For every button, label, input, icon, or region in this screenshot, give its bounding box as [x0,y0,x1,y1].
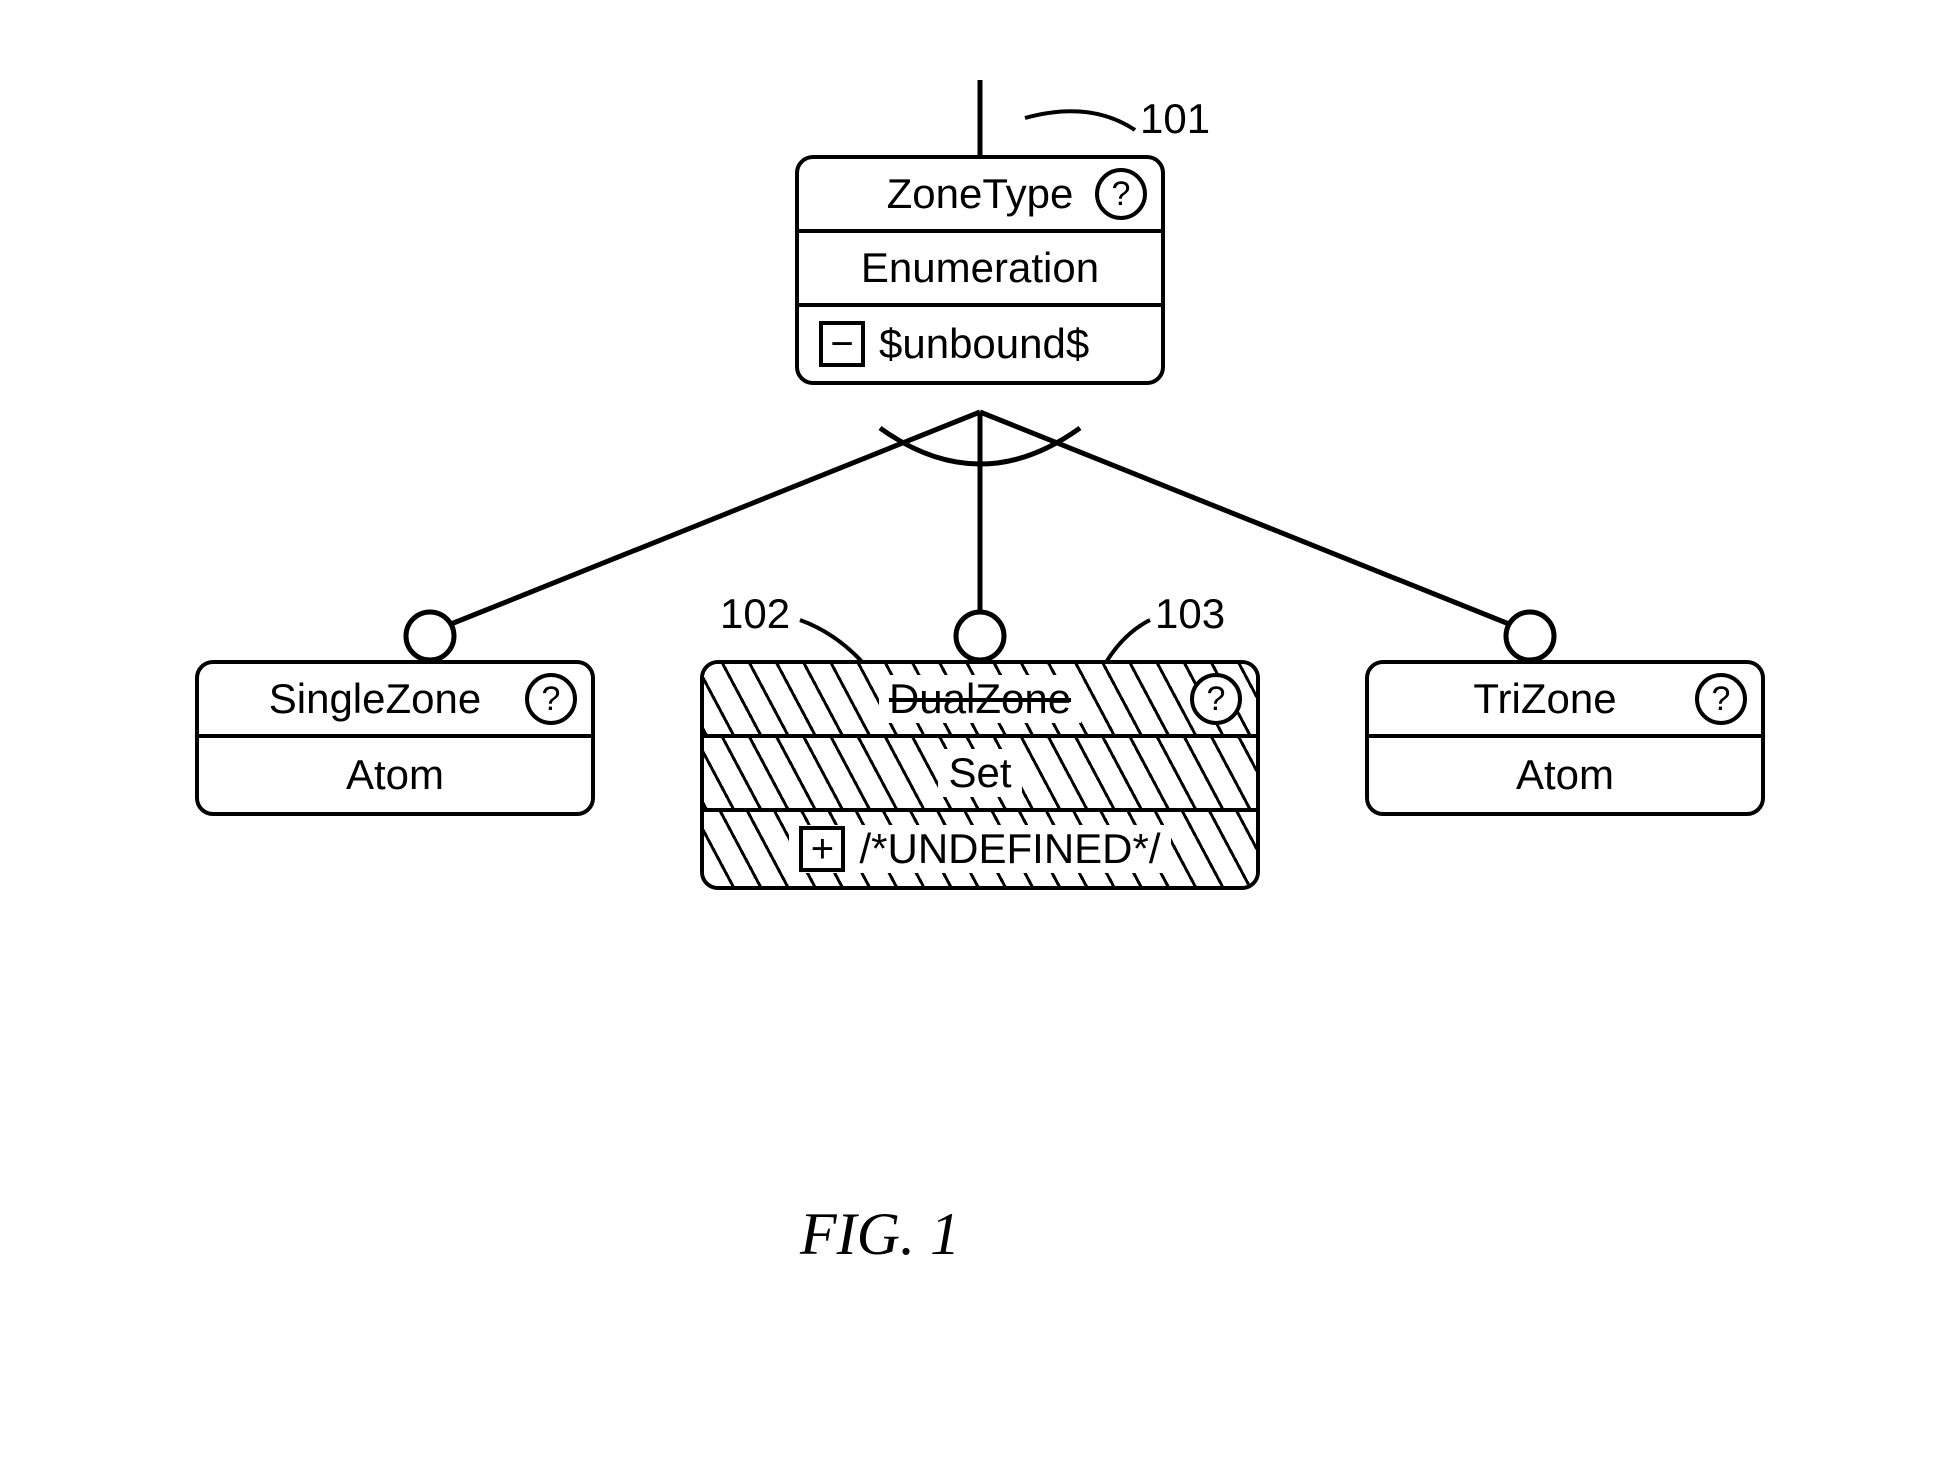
expand-icon[interactable]: + [799,826,845,872]
node-type: Set [948,749,1011,797]
node-title-row: SingleZone ? [199,664,591,738]
node-title-row: DualZone ? [704,664,1256,738]
node-binding: $unbound$ [879,320,1089,368]
help-icon: ? [525,673,577,725]
figure-caption: FIG. 1 [800,1200,960,1269]
node-expand-row: + /*UNDEFINED*/ [704,812,1256,886]
node-dualzone: DualZone ? Set + /*UNDEFINED*/ [700,660,1260,890]
ref-102: 102 [720,590,790,638]
node-type-row: Atom [199,738,591,812]
node-type-row: Enumeration [799,233,1161,307]
node-title-row: ZoneType ? [799,159,1161,233]
node-title: TriZone [1473,675,1616,723]
node-type: Enumeration [861,244,1099,292]
node-type-row: Atom [1369,738,1761,812]
collapse-icon[interactable]: − [819,321,865,367]
node-title: SingleZone [269,675,481,723]
node-binding: /*UNDEFINED*/ [859,825,1160,873]
ref-101: 101 [1140,95,1210,143]
node-expand-row: − $unbound$ [799,307,1161,381]
node-type: Atom [1516,751,1614,799]
diagram-canvas: 101 102 103 ZoneType ? Enumeration − $un… [0,0,1960,1483]
node-trizone: TriZone ? Atom [1365,660,1765,816]
help-icon: ? [1095,168,1147,220]
help-icon: ? [1695,673,1747,725]
node-type-row: Set [704,738,1256,812]
ref-103: 103 [1155,590,1225,638]
node-title-row: TriZone ? [1369,664,1761,738]
node-singlezone: SingleZone ? Atom [195,660,595,816]
node-title: ZoneType [887,170,1074,218]
node-type: Atom [346,751,444,799]
help-icon: ? [1190,673,1242,725]
node-title: DualZone [889,675,1071,723]
node-zonetype: ZoneType ? Enumeration − $unbound$ [795,155,1165,385]
